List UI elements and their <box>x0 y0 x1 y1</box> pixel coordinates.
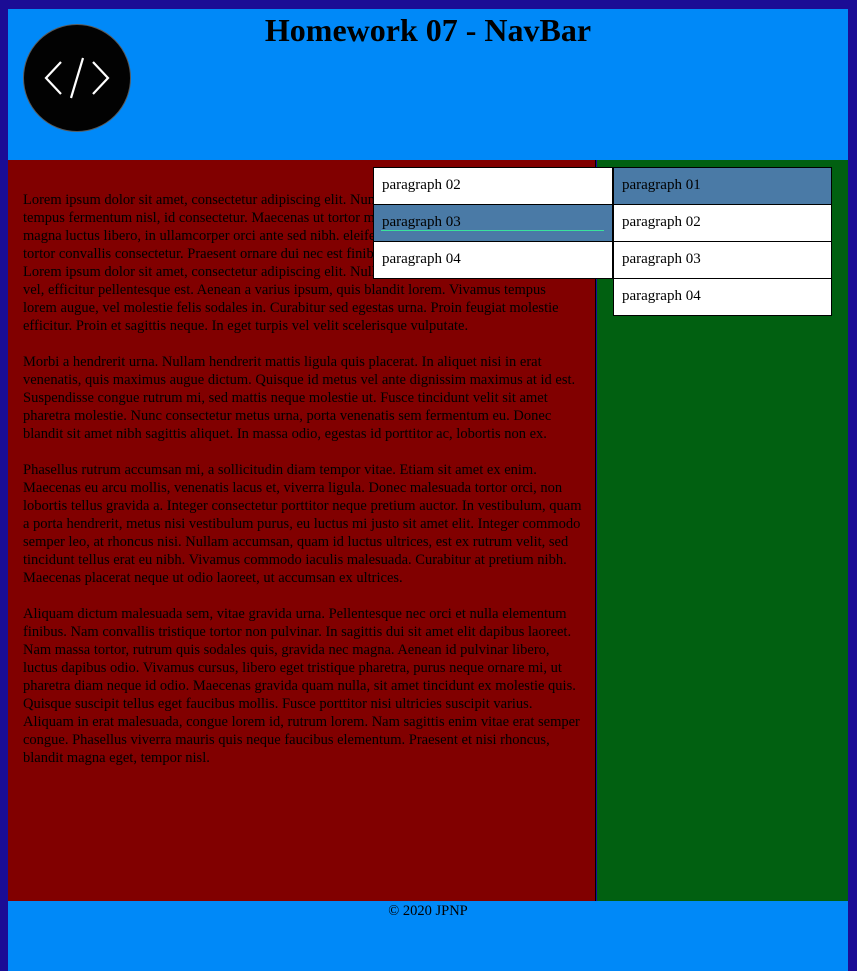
sidebar-nav-item-paragraph-02[interactable]: paragraph 02 <box>613 204 832 242</box>
paragraph-02: Morbi a hendrerit urna. Nullam hendrerit… <box>23 354 576 442</box>
page-title: Homework 07 - NavBar <box>264 12 592 48</box>
paragraph-03: Phasellus rutrum accumsan mi, a sollicit… <box>23 462 582 586</box>
sidebar-nav-item-paragraph-03[interactable]: paragraph 03 <box>613 241 832 279</box>
floating-nav-item-paragraph-04[interactable]: paragraph 04 <box>373 241 613 279</box>
active-nav-underline <box>381 230 604 231</box>
paragraph-04: Aliquam dictum malesuada sem, vitae grav… <box>23 606 580 766</box>
code-brackets-icon <box>44 57 110 99</box>
footer: © 2020 JPNP <box>8 901 848 971</box>
sidebar-nav-item-paragraph-01[interactable]: paragraph 01 <box>613 167 832 205</box>
article: Lorem ipsum dolor sit amet, consectetur … <box>23 191 583 785</box>
floating-nav-item-paragraph-03[interactable]: paragraph 03 <box>373 204 613 242</box>
sidebar-nav-item-paragraph-04[interactable]: paragraph 04 <box>613 278 832 316</box>
header: Homework 07 - NavBar <box>8 9 848 160</box>
floating-nav-item-paragraph-02[interactable]: paragraph 02 <box>373 167 613 205</box>
copyright-text: © 2020 JPNP <box>388 903 468 919</box>
